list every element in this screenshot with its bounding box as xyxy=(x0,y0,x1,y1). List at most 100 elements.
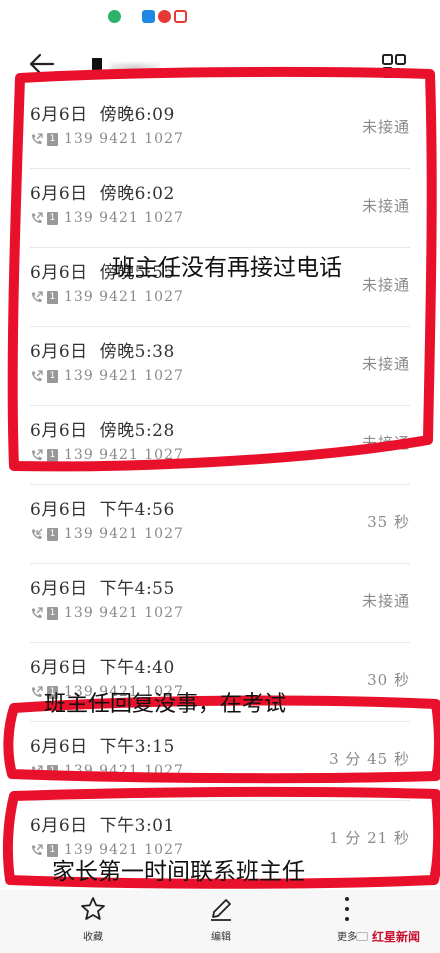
call-status: 未接通 xyxy=(361,355,410,373)
outgoing-call-icon xyxy=(32,765,43,776)
call-date-time: 6月6日 傍晚5:38 xyxy=(30,337,175,362)
call-date: 6月6日 xyxy=(30,263,88,283)
call-date-time: 6月6日 下午3:15 xyxy=(30,732,175,757)
contact-name-redacted xyxy=(92,58,162,78)
annotation-text-bottom: 家长第一时间联系班主任 xyxy=(52,859,305,885)
phone-number: 139 9421 1027 xyxy=(64,368,184,384)
call-status: 未接通 xyxy=(361,434,410,452)
call-date-time: 6月6日 下午4:56 xyxy=(30,495,175,520)
call-status: 30 秒 xyxy=(367,671,410,689)
call-date: 6月6日 xyxy=(30,184,88,204)
phone-number: 139 9421 1027 xyxy=(64,763,184,779)
watermark: 红星新闻 xyxy=(356,926,420,946)
call-log-row[interactable]: 6月6日 傍晚6:09 1 139 9421 1027 未接通 xyxy=(0,90,440,169)
call-log-row[interactable]: 6月6日 下午3:15 1 139 9421 1027 3 分 45 秒 xyxy=(0,722,440,801)
call-log-row[interactable]: 6月6日 傍晚5:28 1 139 9421 1027 未接通 xyxy=(0,406,440,485)
outgoing-call-icon xyxy=(32,133,43,144)
call-date: 6月6日 xyxy=(30,421,88,441)
call-status: 1 分 21 秒 xyxy=(329,829,410,847)
sim-1-badge: 1 xyxy=(47,132,58,146)
call-number-line: 1 139 9421 1027 xyxy=(30,130,184,148)
call-time: 下午3:15 xyxy=(99,737,175,757)
call-number-line: 1 139 9421 1027 xyxy=(30,288,184,306)
outgoing-call-icon xyxy=(32,291,43,302)
call-date: 6月6日 xyxy=(30,342,88,362)
call-time: 下午4:55 xyxy=(99,579,175,599)
call-status: 未接通 xyxy=(361,592,410,610)
incoming-call-icon xyxy=(32,528,43,539)
call-time: 下午3:01 xyxy=(99,816,175,836)
camera-icon xyxy=(356,931,368,941)
phone-number: 139 9421 1027 xyxy=(64,131,184,147)
news-notification-icon xyxy=(158,10,171,23)
annotation-text-middle: 班主任回复没事，在考试 xyxy=(44,692,287,717)
watermark-brand: 红星新闻 xyxy=(372,929,421,944)
sim-1-badge: 1 xyxy=(47,527,58,541)
qr-code-icon xyxy=(382,54,406,78)
call-status: 未接通 xyxy=(361,118,410,136)
call-time: 下午4:56 xyxy=(99,500,175,520)
sim-1-badge: 1 xyxy=(47,211,58,225)
favorite-button[interactable]: 收藏 xyxy=(58,896,128,948)
phone-number: 139 9421 1027 xyxy=(64,210,184,226)
call-number-line: 1 139 9421 1027 xyxy=(30,446,184,464)
call-date-time: 6月6日 下午4:55 xyxy=(30,574,175,599)
call-date: 6月6日 xyxy=(30,658,88,678)
call-date-time: 6月6日 傍晚5:28 xyxy=(30,416,175,441)
outgoing-call-icon xyxy=(32,607,43,618)
phone-number: 139 9421 1027 xyxy=(64,447,184,463)
edit-button[interactable]: 编辑 xyxy=(186,896,256,948)
call-status: 3 分 45 秒 xyxy=(329,750,410,768)
call-number-line: 1 139 9421 1027 xyxy=(30,762,184,780)
chat-notification-icon xyxy=(142,10,155,23)
star-icon xyxy=(81,897,105,920)
call-number-line: 1 139 9421 1027 xyxy=(30,209,184,227)
call-status: 未接通 xyxy=(361,197,410,215)
outgoing-call-icon xyxy=(32,844,43,855)
outgoing-call-icon xyxy=(32,370,43,381)
mail-notification-icon xyxy=(174,10,187,23)
back-button[interactable] xyxy=(28,50,68,86)
phone-number: 139 9421 1027 xyxy=(64,289,184,305)
call-date-time: 6月6日 傍晚6:02 xyxy=(30,179,175,204)
call-date-time: 6月6日 下午4:40 xyxy=(30,653,175,678)
sim-1-badge: 1 xyxy=(47,448,58,462)
phone-number: 139 9421 1027 xyxy=(64,526,184,542)
call-number-line: 1 139 9421 1027 xyxy=(30,525,184,543)
pencil-icon xyxy=(211,899,231,921)
call-time: 下午4:40 xyxy=(99,658,175,678)
call-date: 6月6日 xyxy=(30,105,88,125)
back-arrow-icon xyxy=(29,53,55,75)
outgoing-call-icon xyxy=(32,686,43,697)
call-date-time: 6月6日 傍晚6:09 xyxy=(30,100,175,125)
call-time: 傍晚6:09 xyxy=(99,105,175,125)
status-bar xyxy=(0,0,440,40)
sim-1-badge: 1 xyxy=(47,606,58,620)
call-date-time: 6月6日 下午3:01 xyxy=(30,811,175,836)
call-time: 傍晚6:02 xyxy=(99,184,175,204)
app-notification-icon xyxy=(108,10,121,23)
outgoing-call-icon xyxy=(32,449,43,460)
outgoing-call-icon xyxy=(32,212,43,223)
sim-1-badge: 1 xyxy=(47,764,58,778)
call-date: 6月6日 xyxy=(30,737,88,757)
call-date: 6月6日 xyxy=(30,816,88,836)
sim-1-badge: 1 xyxy=(47,290,58,304)
more-vertical-icon xyxy=(345,897,349,921)
call-number-line: 1 139 9421 1027 xyxy=(30,604,184,622)
call-log-row[interactable]: 6月6日 傍晚6:02 1 139 9421 1027 未接通 xyxy=(0,169,440,248)
call-status: 35 秒 xyxy=(367,513,410,531)
call-number-line: 1 139 9421 1027 xyxy=(30,367,184,385)
header xyxy=(0,40,440,96)
call-date: 6月6日 xyxy=(30,579,88,599)
call-time: 傍晚5:38 xyxy=(99,342,175,362)
call-log-row[interactable]: 6月6日 下午4:55 1 139 9421 1027 未接通 xyxy=(0,564,440,643)
qr-code-button[interactable] xyxy=(380,52,412,84)
call-status: 未接通 xyxy=(361,276,410,294)
edit-label: 编辑 xyxy=(211,932,231,943)
sim-1-badge: 1 xyxy=(47,369,58,383)
call-log-row[interactable]: 6月6日 傍晚5:38 1 139 9421 1027 未接通 xyxy=(0,327,440,406)
call-log-row[interactable]: 6月6日 下午4:56 1 139 9421 1027 35 秒 xyxy=(0,485,440,564)
call-time: 傍晚5:28 xyxy=(99,421,175,441)
phone-number: 139 9421 1027 xyxy=(64,605,184,621)
